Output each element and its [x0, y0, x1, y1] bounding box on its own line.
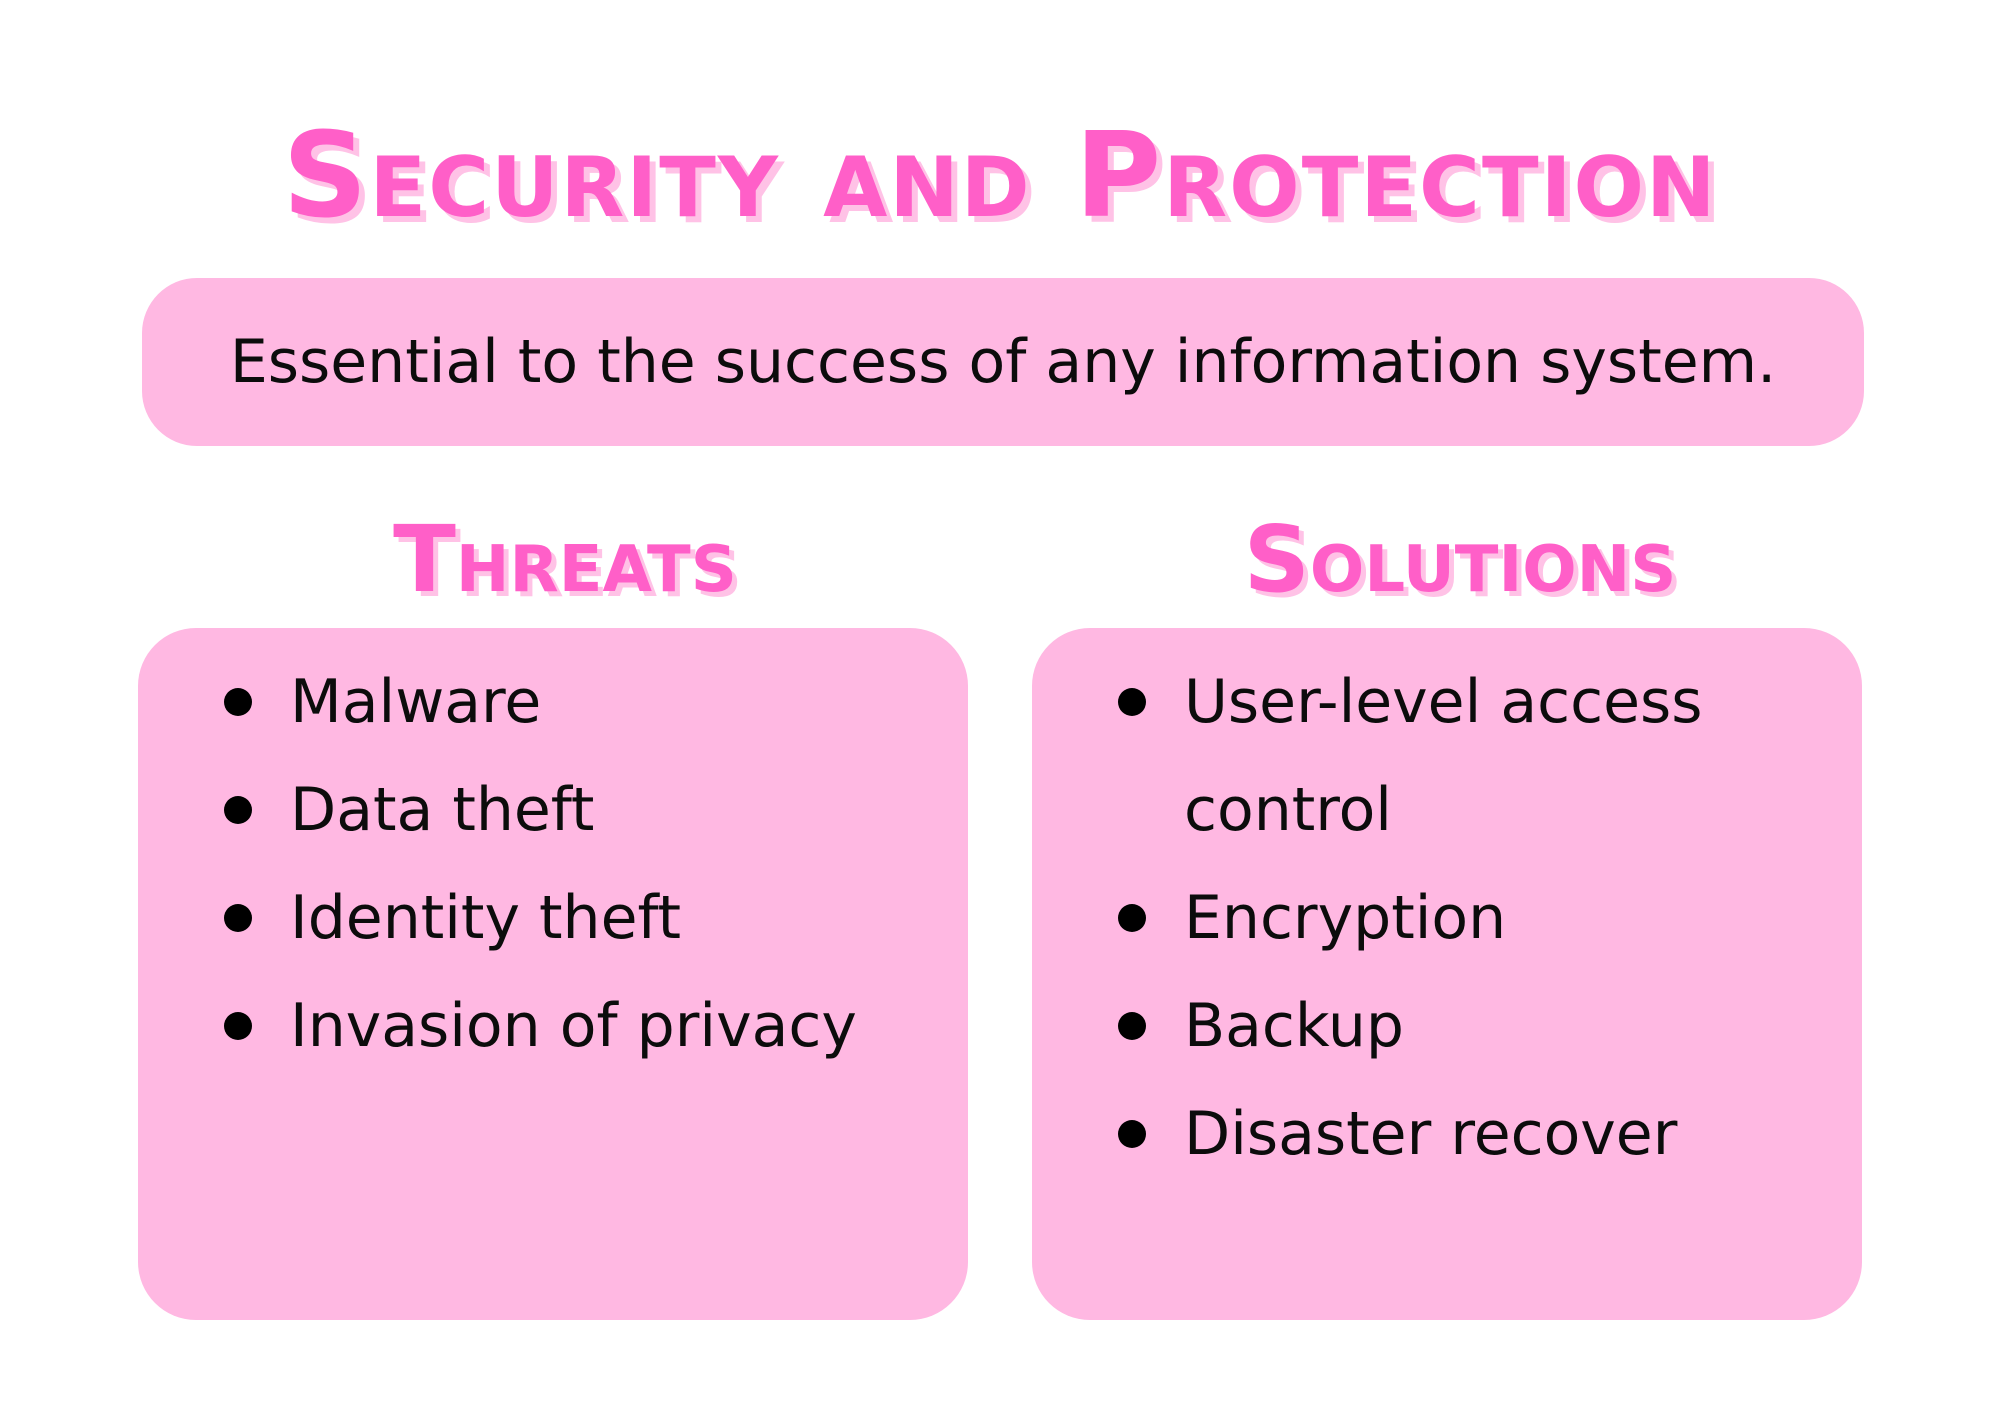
- threat-item-label: Identity theft: [290, 883, 682, 953]
- threat-item: Malware: [138, 648, 968, 756]
- threat-item-label: Data theft: [290, 775, 595, 845]
- subtitle-text: Essential to the success of any informat…: [229, 327, 1777, 397]
- solution-item: Encryption: [1032, 864, 1862, 972]
- threat-item-label: Invasion of privacy: [290, 991, 857, 1061]
- threats-card: Malware Data theft Identity theft Invasi…: [138, 628, 968, 1320]
- solutions-heading: Solutions: [1243, 506, 1677, 613]
- solution-item: Backup: [1032, 972, 1862, 1080]
- solution-item-label: Encryption: [1184, 883, 1507, 953]
- solutions-card: User-level access control Encryption Bac…: [1032, 628, 1862, 1320]
- bullet-icon: [224, 688, 252, 716]
- subtitle-banner: Essential to the success of any informat…: [142, 278, 1864, 446]
- solutions-list: User-level access control Encryption Bac…: [1032, 648, 1862, 1188]
- bullet-icon: [1118, 688, 1146, 716]
- bullet-icon: [1118, 1120, 1146, 1148]
- threat-item-label: Malware: [290, 667, 542, 737]
- threat-item: Data theft: [138, 756, 968, 864]
- solution-item: User-level access control: [1032, 648, 1862, 864]
- bullet-icon: [1118, 1012, 1146, 1040]
- bullet-icon: [224, 796, 252, 824]
- threat-item: Identity theft: [138, 864, 968, 972]
- threat-item: Invasion of privacy: [138, 972, 968, 1080]
- bullet-icon: [224, 904, 252, 932]
- bullet-icon: [224, 1012, 252, 1040]
- page-title: Security and Protection: [282, 106, 1718, 244]
- threats-heading: Threats: [393, 506, 737, 613]
- threats-list: Malware Data theft Identity theft Invasi…: [138, 648, 968, 1080]
- bullet-icon: [1118, 904, 1146, 932]
- solution-item-label: Backup: [1184, 991, 1404, 1061]
- solution-item: Disaster recover: [1032, 1080, 1862, 1188]
- solution-item-label: User-level access control: [1184, 667, 1703, 845]
- solution-item-label: Disaster recover: [1184, 1099, 1678, 1169]
